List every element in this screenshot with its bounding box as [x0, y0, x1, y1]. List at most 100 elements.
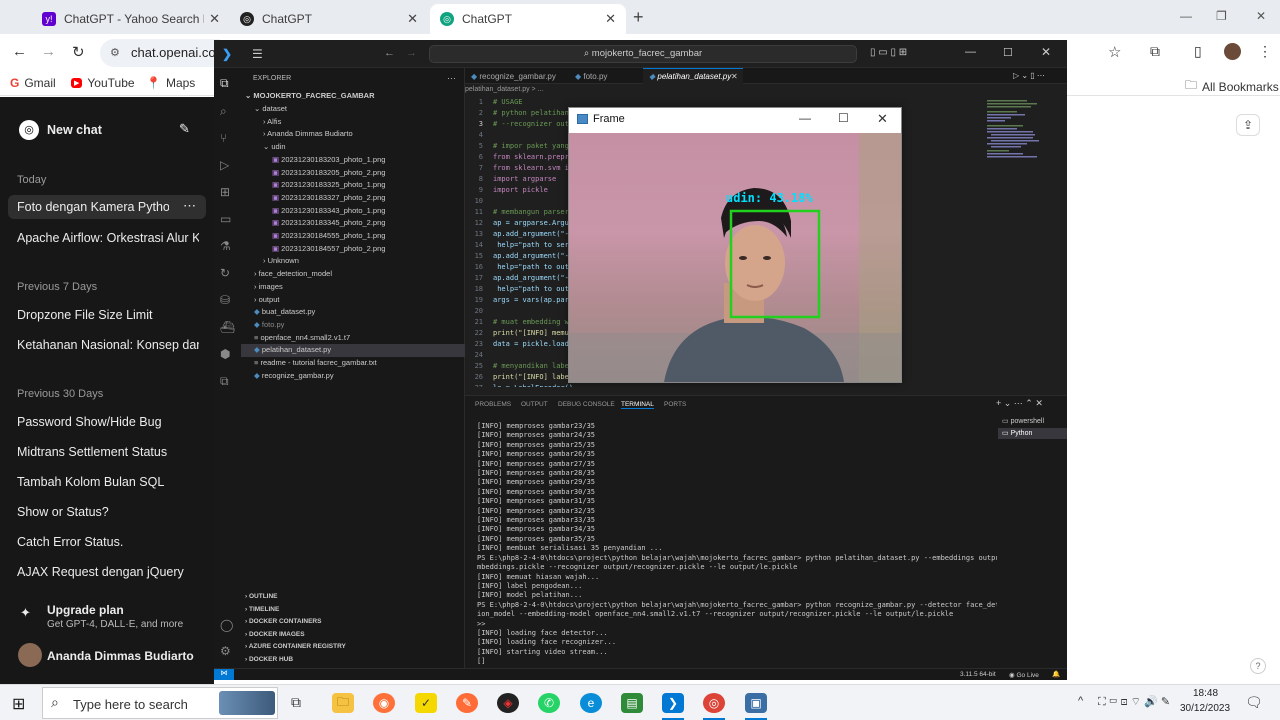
docker-icon[interactable]: ⛴	[220, 320, 235, 334]
vscode-taskbar-icon[interactable]: ❯	[662, 693, 684, 713]
settings-gear-icon[interactable]: ⚙	[220, 644, 231, 658]
close-window-button[interactable]: ✕	[1256, 9, 1266, 23]
remote-indicator-icon[interactable]: ⋈	[214, 669, 234, 680]
more-options-icon[interactable]: ⋯	[183, 198, 196, 214]
copy-icon[interactable]: ⧉	[220, 374, 229, 389]
folder-item[interactable]: ⌄ udin	[241, 141, 465, 154]
browser-tab-chatgpt-active[interactable]: ◎ ChatGPT ✕	[430, 4, 626, 34]
panel-tab-ports[interactable]: PORTS	[664, 401, 686, 408]
editor-tab[interactable]: ◆ recognize_gambar.py	[471, 72, 556, 81]
firefox-icon[interactable]: ◉	[373, 693, 395, 713]
maximize-button[interactable]: ☐	[1003, 46, 1013, 59]
site-info-icon[interactable]: ⚙	[110, 46, 120, 59]
folder-item[interactable]: › Alfis	[241, 116, 465, 129]
clock-date[interactable]: 30/12/2023	[1180, 703, 1230, 714]
profile-avatar[interactable]	[1224, 43, 1241, 60]
file-item[interactable]: ▣ 20231230183325_photo_1.png	[241, 179, 465, 192]
file-item[interactable]: ≡ openface_nn4.small2.v1.t7	[241, 332, 465, 345]
command-center[interactable]: ⌕ mojokerto_facrec_gambar	[429, 45, 857, 63]
search-icon[interactable]: ⌕	[220, 104, 227, 119]
address-bar[interactable]: ⚙ chat.openai.com	[100, 39, 226, 67]
explorer-section[interactable]: › AZURE CONTAINER REGISTRY	[241, 641, 465, 654]
file-item[interactable]: ▣ 20231230183327_photo_2.png	[241, 192, 465, 205]
taskbar-search[interactable]: ⌕ Type here to search	[42, 687, 278, 719]
upgrade-plan-button[interactable]: ✦ Upgrade plan Get GPT-4, DALL·E, and mo…	[10, 602, 205, 632]
all-bookmarks[interactable]: 🗀 All Bookmarks	[1185, 76, 1279, 97]
share-icon[interactable]: ⇪	[1236, 114, 1260, 136]
extensions-icon[interactable]: ⊞	[220, 185, 230, 199]
close-button[interactable]: ✕	[877, 111, 888, 127]
editor-tab[interactable]: ◆ foto.py	[575, 72, 607, 81]
minimize-button[interactable]: —	[965, 46, 976, 58]
project-root[interactable]: ⌄ MOJOKERTO_FACREC_GAMBAR	[241, 90, 465, 103]
account-icon[interactable]: ◯	[220, 618, 233, 632]
windows-start-icon[interactable]: ⊞	[12, 694, 25, 714]
user-menu[interactable]: Ananda Dimmas Budiarto	[10, 642, 205, 668]
reload-icon[interactable]: ↻	[72, 43, 85, 61]
menu-icon[interactable]: ⋮	[1258, 43, 1272, 60]
minimize-button[interactable]: —	[799, 111, 811, 125]
file-item[interactable]: ▣ 20231230184555_photo_1.png	[241, 230, 465, 243]
python-version[interactable]: 3.11.5 64-bit	[960, 671, 996, 678]
close-tab-icon[interactable]: ✕	[407, 11, 418, 27]
whatsapp-icon[interactable]: ✆	[538, 693, 560, 713]
chat-item[interactable]: Show or Status?	[17, 505, 199, 519]
panel-tab-problems[interactable]: PROBLEMS	[475, 401, 511, 408]
python-icon[interactable]: ⬢	[220, 347, 230, 361]
bookmark-star-icon[interactable]: ☆	[1108, 43, 1121, 61]
new-chat-button[interactable]: ◎ New chat ✎	[10, 117, 205, 143]
postman-icon[interactable]: ✎	[456, 693, 478, 713]
file-item[interactable]: ▣ 20231230183345_photo_2.png	[241, 217, 465, 230]
new-tab-button[interactable]: +	[633, 7, 644, 28]
chat-item[interactable]: Midtrans Settlement Status	[17, 445, 199, 459]
chat-item[interactable]: Dropzone File Size Limit	[17, 308, 199, 322]
editor-tab-active[interactable]: ◆ pelatihan_dataset.py ✕	[643, 68, 743, 84]
close-tab-icon[interactable]: ✕	[605, 11, 616, 27]
chat-item[interactable]: Tambah Kolom Bulan SQL	[17, 475, 199, 489]
panel-tab-output[interactable]: OUTPUT	[521, 401, 548, 408]
chat-item[interactable]: Catch Error Status.	[17, 535, 199, 549]
clock-time[interactable]: 18:48	[1193, 688, 1218, 699]
bookmark-gmail[interactable]: G Gmail	[10, 76, 56, 90]
system-tray-icons[interactable]: ⛶ ▭ ⊡ ⌔ 🔊 ✎	[1098, 695, 1170, 709]
chat-item[interactable]: Password Show/Hide Bug	[17, 415, 199, 429]
minimize-button[interactable]: —	[1180, 9, 1192, 23]
testing-icon[interactable]: ⚗	[220, 239, 231, 253]
tray-chevron-icon[interactable]: ^	[1078, 695, 1083, 707]
close-tab-icon[interactable]: ✕	[731, 72, 738, 81]
browser-tab-chatgpt-1[interactable]: ◎ ChatGPT ✕	[230, 4, 428, 34]
layout-icons[interactable]: ▯ ▭ ▯ ⊞	[870, 47, 907, 58]
chat-item[interactable]: AJAX Request dengan jQuery	[17, 565, 199, 579]
folder-item[interactable]: › Unknown	[241, 255, 465, 268]
file-item[interactable]: ▣ 20231230184557_photo_2.png	[241, 243, 465, 256]
terminal-output[interactable]: [INFO] memproses gambar23/35 [INFO] mempr…	[477, 422, 997, 667]
file-item[interactable]: ▣ 20231230183343_photo_1.png	[241, 205, 465, 218]
explorer-icon[interactable]: ⧉	[220, 76, 229, 91]
folder-item[interactable]: › output	[241, 294, 465, 307]
terminal-item-python[interactable]: ▭ Python	[998, 428, 1067, 439]
nav-forward-icon[interactable]: →	[406, 47, 417, 59]
hamburger-menu-icon[interactable]: ☰	[252, 47, 263, 61]
explorer-section[interactable]: › OUTLINE	[241, 591, 465, 604]
bookmark-maps[interactable]: 📍 Maps	[146, 76, 195, 90]
file-item[interactable]: ◆ pelatihan_dataset.py	[241, 344, 465, 357]
terminal-app-icon[interactable]: ▤	[621, 693, 643, 713]
minimap[interactable]	[985, 98, 1055, 168]
remote-icon[interactable]: ▭	[220, 212, 231, 226]
explorer-section[interactable]: › TIMELINE	[241, 604, 465, 617]
help-icon[interactable]: ?	[1250, 658, 1266, 674]
explorer-section[interactable]: › DOCKER HUB	[241, 654, 465, 667]
edit-icon[interactable]: ✎	[179, 121, 190, 137]
explorer-section[interactable]: › DOCKER IMAGES	[241, 629, 465, 642]
maximize-button[interactable]: ☐	[838, 111, 849, 125]
live-share-icon[interactable]: ↻	[220, 266, 230, 280]
run-debug-icon[interactable]: ▷	[220, 158, 229, 172]
file-item[interactable]: ◆ buat_dataset.py	[241, 306, 465, 319]
file-explorer-icon[interactable]: 🗀	[332, 693, 354, 713]
back-icon[interactable]: ←	[12, 43, 27, 60]
folder-item[interactable]: › Ananda Dimmas Budiarto	[241, 128, 465, 141]
chat-item-active[interactable]: Foto dengan Kamera Python ⋯	[8, 195, 206, 219]
file-item[interactable]: ◆ recognize_gambar.py	[241, 370, 465, 383]
folder-item[interactable]: ⌄ dataset	[241, 103, 465, 116]
media-player-icon[interactable]: ◈	[497, 693, 519, 713]
